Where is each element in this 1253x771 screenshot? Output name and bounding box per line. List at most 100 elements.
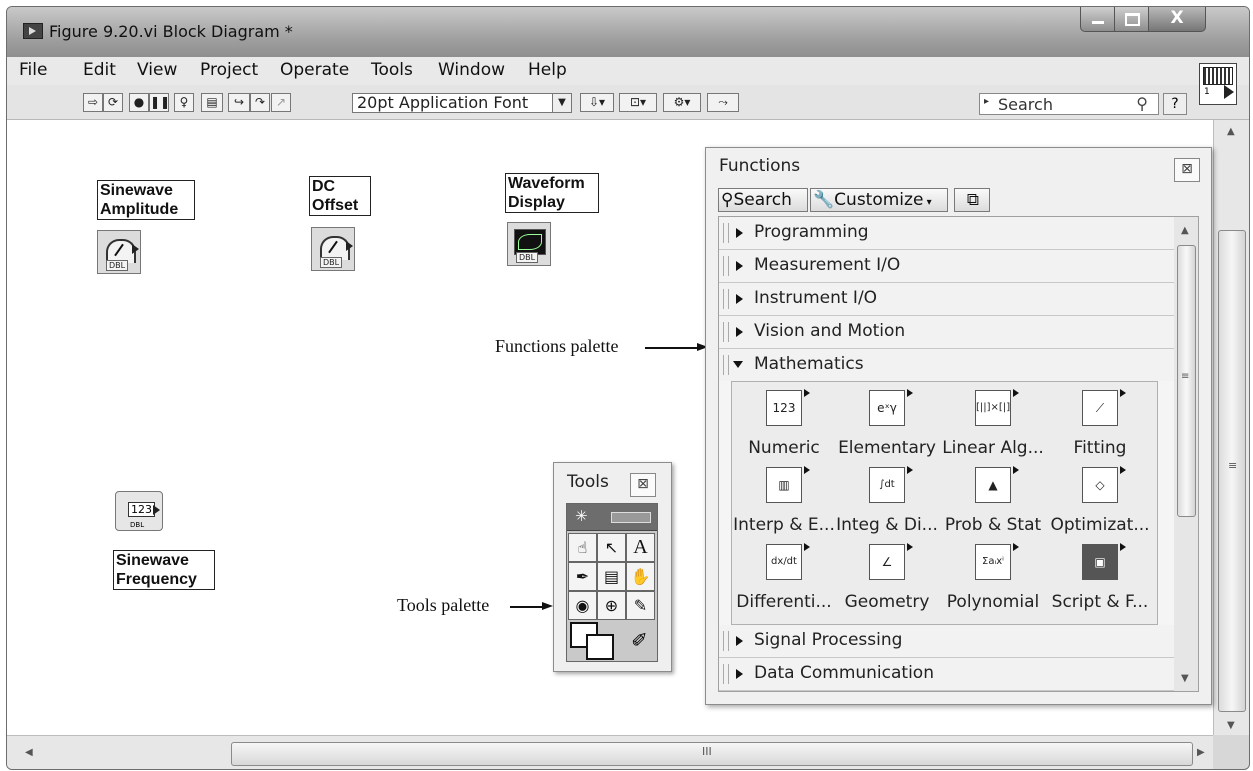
scroll-up-icon[interactable]: ▲ (1181, 225, 1189, 236)
edit-text-icon[interactable]: A (626, 533, 655, 562)
category-label: Measurement I/O (754, 255, 901, 275)
step-over-icon[interactable]: ↷ (250, 93, 270, 112)
distribute-objects-icon[interactable]: ⊡▾ (619, 93, 657, 112)
close-button[interactable]: X (1148, 7, 1206, 32)
step-out-icon[interactable]: ↗ (271, 93, 291, 112)
waveform-display-indicator[interactable]: DBL (507, 222, 551, 266)
palette-scrollbar[interactable]: ▲ ≡ ▼ (1174, 216, 1199, 692)
palette-search-button[interactable]: ⚲Search (718, 188, 808, 212)
submenu-arrow-icon (1013, 466, 1019, 474)
font-select[interactable]: 20pt Application Font ▼ (352, 93, 572, 113)
elementary-icon[interactable]: eˣγ (869, 390, 905, 426)
label-dc-offset[interactable]: DC Offset (309, 176, 371, 216)
abort-execution-icon[interactable]: ● (129, 93, 149, 112)
optimization-icon[interactable]: ◇ (1082, 467, 1118, 503)
submenu-arrow-icon (1120, 543, 1126, 551)
tools-grid: ✳ ☝ ↖ A ✒ ▤ ✋ ◉ ⊕ ✎ ✐ (566, 503, 658, 662)
sinewave-amplitude-control[interactable]: DBL (97, 230, 141, 274)
horizontal-scroll-thumb[interactable]: III (231, 742, 1193, 766)
align-objects-icon[interactable]: ⇩▾ (580, 93, 614, 112)
maximize-button[interactable] (1114, 7, 1150, 32)
reorder-icon[interactable]: ⚙▾ (663, 93, 701, 112)
category-measurement-io[interactable]: Measurement I/O (719, 250, 1175, 283)
shortcut-menu-icon[interactable]: ▤ (597, 562, 626, 591)
set-color-icon[interactable] (570, 622, 622, 660)
title-bar[interactable]: Figure 9.20.vi Block Diagram * X (7, 7, 1249, 57)
linear-algebra-icon[interactable]: [||]×[|] (975, 390, 1011, 426)
search-input[interactable]: ▸ Search ⚲ (979, 93, 1159, 115)
pause-icon[interactable]: ❚❚ (149, 93, 170, 112)
fitting-icon[interactable]: ⟋ (1082, 390, 1118, 426)
customize-button[interactable]: 🔧Customize ▾ (810, 188, 948, 212)
pin-window-icon[interactable]: ⧉ (954, 188, 990, 212)
scroll-left-icon[interactable]: ◀ (25, 747, 33, 758)
vertical-scrollbar[interactable]: ▲ ≡ ▼ (1213, 120, 1249, 735)
category-signal-processing[interactable]: Signal Processing (719, 625, 1175, 658)
close-icon[interactable]: ⊠ (630, 473, 656, 497)
position-select-icon[interactable]: ↖ (597, 533, 626, 562)
automatic-tool-selection[interactable]: ✳ (567, 504, 657, 531)
scroll-right-icon[interactable]: ▶ (1197, 747, 1205, 758)
script-icon[interactable]: ▣ (1082, 544, 1118, 580)
scroll-down-icon[interactable]: ▼ (1227, 720, 1235, 731)
label-waveform-display[interactable]: Waveform Display (505, 173, 599, 213)
functions-palette[interactable]: Functions ⊠ ⚲Search 🔧Customize ▾ ⧉ Progr… (705, 147, 1212, 705)
menu-help[interactable]: Help (528, 60, 567, 80)
category-data-communication[interactable]: Data Communication (719, 658, 1175, 691)
submenu-arrow-icon (1013, 543, 1019, 551)
category-mathematics[interactable]: Mathematics (719, 349, 1175, 381)
minimize-button[interactable] (1080, 7, 1116, 32)
differential-icon[interactable]: dx/dt (766, 544, 802, 580)
menu-operate[interactable]: Operate (280, 60, 349, 80)
scroll-down-icon[interactable]: ▼ (1181, 673, 1189, 684)
category-programming[interactable]: Programming (719, 217, 1175, 250)
retain-wire-values-icon[interactable]: ▤ (201, 93, 223, 112)
polynomial-icon[interactable]: Σaᵢxⁱ (975, 544, 1011, 580)
menu-project[interactable]: Project (200, 60, 258, 80)
label-sinewave-amplitude[interactable]: Sinewave Amplitude (97, 180, 195, 220)
menu-edit[interactable]: Edit (83, 60, 116, 80)
get-color-icon[interactable]: ✎ (626, 591, 655, 620)
vi-connector-icon[interactable]: 1 (1199, 63, 1237, 105)
scroll-window-icon[interactable]: ✋ (626, 562, 655, 591)
subpalette-label: Interp & E... (733, 515, 835, 535)
highlight-execution-icon[interactable]: ♀ (174, 93, 194, 112)
paintbrush-icon[interactable]: ✐ (625, 622, 654, 658)
integration-icon[interactable]: ∫dt (869, 467, 905, 503)
menu-window[interactable]: Window (438, 60, 505, 80)
tools-palette[interactable]: Tools ⊠ ✳ ☝ ↖ A ✒ ▤ ✋ ◉ ⊕ ✎ ✐ (553, 462, 672, 672)
numeric-icon[interactable]: 123 (766, 390, 802, 426)
close-icon[interactable]: ⊠ (1174, 158, 1200, 182)
clean-up-diagram-icon[interactable]: ⤳ (707, 93, 739, 112)
interpolation-icon[interactable]: ▥ (766, 467, 802, 503)
dc-offset-control[interactable]: DBL (311, 227, 355, 271)
vertical-scroll-thumb[interactable]: ≡ (1218, 230, 1246, 712)
probe-icon[interactable]: ⊕ (597, 591, 626, 620)
search-icon[interactable]: ⚲ (1136, 94, 1148, 113)
category-vision-and-motion[interactable]: Vision and Motion (719, 316, 1175, 349)
horizontal-scrollbar[interactable]: ◀ III ▶ (7, 735, 1213, 769)
output-terminal-icon (346, 241, 353, 251)
operate-value-icon[interactable]: ☝ (568, 533, 597, 562)
sinewave-frequency-control[interactable]: 123 DBL (115, 491, 163, 531)
menu-tools[interactable]: Tools (371, 60, 413, 80)
submenu-arrow-icon (907, 389, 913, 397)
step-into-icon[interactable]: ↪ (228, 93, 250, 112)
category-instrument-io[interactable]: Instrument I/O (719, 283, 1175, 316)
probability-icon[interactable]: ▲ (975, 467, 1011, 503)
play-icon (1224, 85, 1234, 99)
subpalette-label: Script & F... (1051, 592, 1149, 612)
numeric-value: 123 (128, 502, 155, 517)
run-continuously-icon[interactable]: ⟳ (103, 93, 123, 112)
breakpoint-icon[interactable]: ◉ (568, 591, 597, 620)
palette-scroll-thumb[interactable]: ≡ (1177, 245, 1196, 517)
geometry-icon[interactable]: ∠ (869, 544, 905, 580)
scroll-up-icon[interactable]: ▲ (1227, 126, 1235, 137)
run-arrow-icon[interactable]: ⇨ (83, 93, 103, 112)
menu-view[interactable]: View (137, 60, 177, 80)
connect-wire-icon[interactable]: ✒ (568, 562, 597, 591)
menu-file[interactable]: File (19, 60, 47, 80)
context-help-button[interactable]: ? (1163, 93, 1187, 115)
category-label: Vision and Motion (754, 321, 906, 341)
label-sinewave-frequency[interactable]: Sinewave Frequency (113, 550, 215, 590)
